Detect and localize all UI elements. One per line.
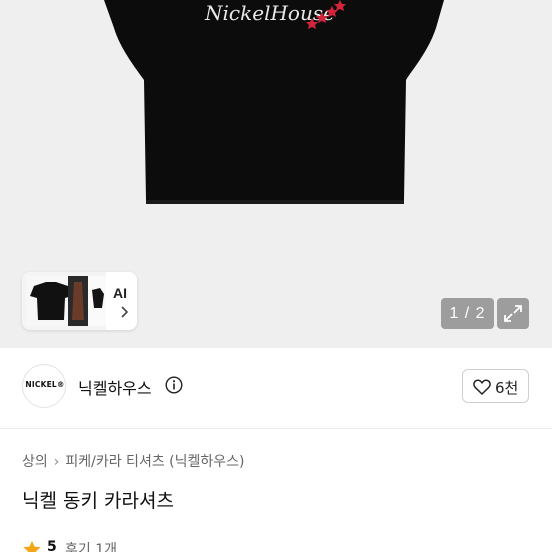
product-title: 닉켈 동키 카라셔츠	[22, 490, 174, 512]
shop-row[interactable]: NICKEL® 닉켈하우스 6천	[0, 348, 552, 428]
like-button[interactable]: 6천	[462, 369, 529, 403]
heart-icon	[473, 379, 491, 395]
chevron-right-icon[interactable]	[117, 305, 131, 319]
breadcrumb-item-category[interactable]: 상의	[22, 454, 48, 470]
shop-avatar[interactable]: NICKEL®	[22, 364, 66, 408]
breadcrumb: 상의 › 피케/카라 티셔츠 (닉켈하우스)	[22, 451, 244, 471]
product-image-carousel[interactable]: NickelHouse AI 1 / 2	[0, 0, 552, 348]
expand-button[interactable]	[497, 298, 529, 329]
shirt-print-text: NickelHouse	[204, 1, 335, 25]
review-count[interactable]: 후기 1개	[65, 539, 117, 552]
ai-label: AI	[113, 285, 127, 301]
chevron-right-icon: ›	[53, 454, 60, 470]
divider	[0, 428, 552, 429]
breadcrumb-item-subcategory[interactable]: 피케/카라 티셔츠 (닉켈하우스)	[65, 454, 244, 470]
shop-name[interactable]: 닉켈하우스	[78, 375, 152, 399]
shop-logo-text: NICKEL®	[25, 380, 65, 389]
image-pager: 1 / 2	[441, 298, 494, 329]
thumbnail-images	[22, 272, 106, 330]
star-icon	[23, 541, 41, 552]
expand-icon	[504, 305, 522, 322]
info-icon[interactable]	[165, 376, 183, 394]
rating-score: 5	[47, 539, 57, 552]
thumbnail-strip[interactable]: AI	[22, 272, 137, 330]
like-count: 6천	[495, 379, 519, 397]
